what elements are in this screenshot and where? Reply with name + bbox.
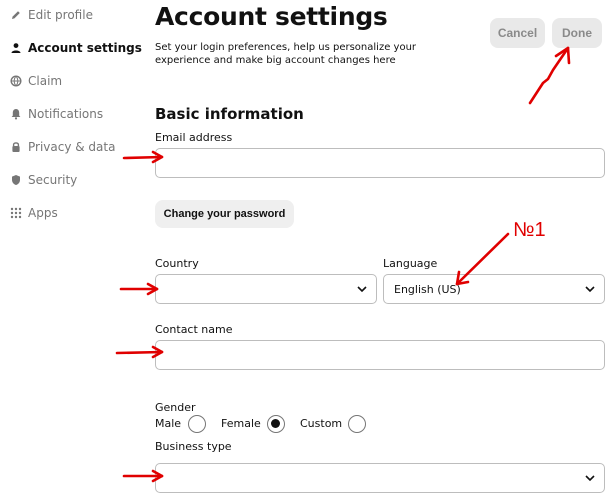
chevron-down-icon	[585, 475, 595, 482]
chevron-down-icon	[585, 286, 595, 293]
done-button[interactable]: Done	[552, 18, 602, 48]
country-label: Country	[155, 257, 199, 270]
sidebar-item-notifications[interactable]: Notifications	[10, 104, 103, 124]
change-password-button[interactable]: Change your password	[155, 200, 294, 228]
sidebar-item-privacy-data[interactable]: Privacy & data	[10, 137, 115, 157]
pencil-icon	[10, 9, 22, 21]
annotation-arrow-done	[528, 46, 571, 105]
annotation-label: №1	[513, 219, 546, 241]
gender-option-custom-label: Custom	[300, 417, 343, 430]
grid-icon	[10, 207, 22, 219]
chevron-down-icon	[357, 286, 367, 293]
sidebar-item-label: Notifications	[28, 107, 104, 121]
gender-radio-male[interactable]	[188, 415, 206, 433]
contact-name-field[interactable]	[155, 340, 605, 370]
cancel-button[interactable]: Cancel	[490, 18, 545, 48]
sidebar-item-label: Security	[28, 173, 78, 187]
gender-option-female-label: Female	[221, 417, 261, 430]
gender-radio-custom[interactable]	[348, 415, 366, 433]
bell-icon	[10, 108, 22, 120]
sidebar-item-label: Claim	[28, 74, 63, 88]
gender-label: Gender	[155, 401, 196, 414]
gender-option-male-label: Male	[155, 417, 182, 430]
language-select[interactable]: English (US)	[383, 274, 605, 304]
contact-name-label: Contact name	[155, 323, 233, 336]
language-label: Language	[383, 257, 438, 270]
person-icon	[10, 42, 22, 54]
gender-radio-female[interactable]	[267, 415, 285, 433]
lock-icon	[10, 141, 22, 153]
sidebar-item-security[interactable]: Security	[10, 170, 77, 190]
sidebar-item-claim[interactable]: Claim	[10, 71, 62, 91]
shield-icon	[10, 174, 22, 186]
email-label: Email address	[155, 131, 233, 144]
globe-icon	[10, 75, 22, 87]
page-title: Account settings	[155, 2, 388, 31]
sidebar-item-label: Account settings	[28, 41, 142, 55]
language-value: English (US)	[394, 282, 461, 296]
sidebar-item-apps[interactable]: Apps	[10, 203, 58, 223]
sidebar-item-label: Apps	[28, 206, 58, 220]
business-type-label: Business type	[155, 440, 232, 453]
email-field[interactable]	[155, 148, 605, 178]
sidebar-item-edit-profile[interactable]: Edit profile	[10, 5, 93, 25]
sidebar-item-label: Edit profile	[28, 8, 93, 22]
business-type-select[interactable]	[155, 463, 605, 493]
section-heading-basic-information: Basic information	[155, 105, 304, 123]
sidebar-item-label: Privacy & data	[28, 140, 116, 154]
page-subtitle: Set your login preferences, help us pers…	[155, 42, 417, 66]
annotation-arrow-country	[119, 282, 159, 296]
country-select[interactable]	[155, 274, 377, 304]
sidebar-item-account-settings[interactable]: Account settings	[10, 38, 142, 58]
